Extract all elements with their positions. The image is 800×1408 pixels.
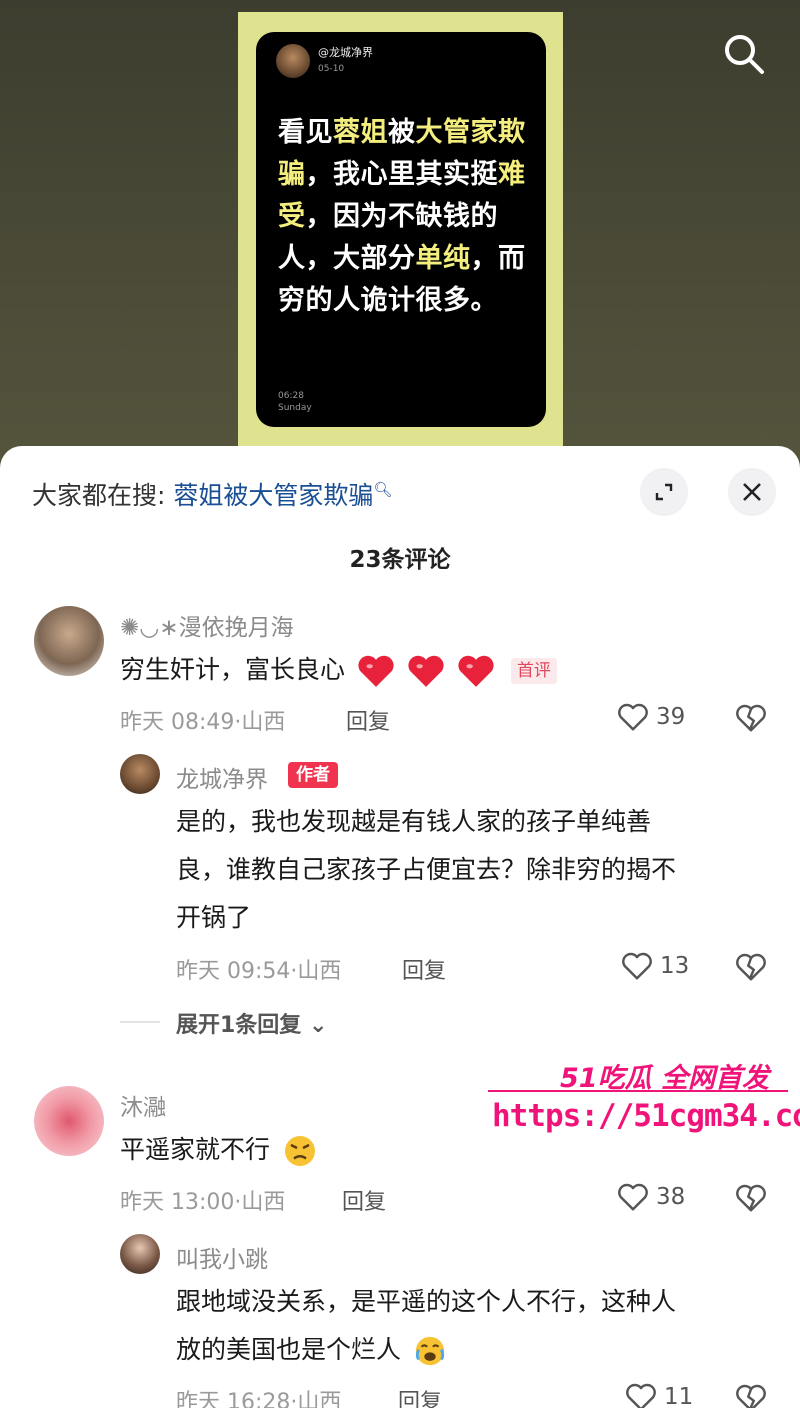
first-comment-badge: 首评 (510, 658, 557, 684)
like-count: 38 (656, 1184, 686, 1210)
trending-search[interactable]: 大家都在搜: 蓉姐被大管家欺骗🔍︎ (32, 476, 392, 512)
poster-avatar (276, 44, 310, 78)
chevron-down-icon: ⌄ (308, 1013, 328, 1038)
comment-line-wrap: 放的美国也是个烂人 (176, 1326, 676, 1374)
comment-line: 放的美国也是个烂人 (176, 1335, 402, 1364)
poster-clock: 06:28 (278, 391, 304, 401)
comment-meta: 昨天 08:49·山西 (120, 710, 286, 735)
poster-plain-text: 被 (388, 117, 416, 148)
like-button[interactable]: 11 (624, 1382, 693, 1408)
small-search-icon: 🔍︎ (373, 480, 393, 499)
expand-replies-button[interactable]: 展开1条回复 ⌄ (176, 1007, 327, 1039)
poster-time: 06:28 Sunday (278, 390, 312, 414)
comment-author[interactable]: 沐瀜 (120, 1088, 166, 1122)
close-icon (743, 483, 761, 501)
heart-emoji-icon (458, 655, 494, 687)
comment-line: 开锅了 (176, 903, 252, 932)
comment-line: 是的，我也发现越是有钱人家的孩子单纯善 (176, 807, 652, 836)
like-button[interactable]: 38 (616, 1182, 685, 1212)
avatar[interactable] (34, 606, 104, 676)
comment-text: 平遥家就不行 (120, 1126, 318, 1174)
comment-meta: 昨天 13:00·山西 (120, 1190, 286, 1215)
heart-outline-icon (618, 1183, 648, 1211)
poster-text: 看见蓉姐被大管家欺骗，我心里其实挺难受，因为不缺钱的人，大部分单纯，而穷的人诡计… (278, 112, 528, 322)
trending-search-prefix: 大家都在搜: (32, 481, 174, 510)
broken-heart-icon[interactable] (734, 1383, 768, 1408)
avatar[interactable] (34, 1086, 104, 1156)
comment-author[interactable]: 龙城净界 (176, 760, 268, 794)
search-icon[interactable] (722, 32, 766, 76)
trending-search-query[interactable]: 蓉姐被大管家欺骗 (173, 481, 373, 510)
poster-plain-text: ，我心里其实挺 (305, 159, 498, 190)
poster-username: @龙城净界 (318, 46, 373, 59)
comment-author[interactable]: ✺◡∗漫依挽月海 (120, 608, 294, 642)
poster-phone-screen: @龙城净界 05-10 看见蓉姐被大管家欺骗，我心里其实挺难受，因为不缺钱的人，… (256, 32, 546, 427)
poster-plain-text: 看见 (278, 117, 333, 148)
comment-meta: 昨天 09:54·山西 (176, 959, 342, 984)
like-button[interactable]: 13 (620, 951, 689, 981)
angry-face-emoji-icon (284, 1136, 315, 1166)
comment-text: 是的，我也发现越是有钱人家的孩子单纯善 良，谁教自己家孩子占便宜去？除非穷的揭不… (176, 798, 676, 942)
video-player[interactable]: @龙城净界 05-10 看见蓉姐被大管家欺骗，我心里其实挺难受，因为不缺钱的人，… (0, 0, 800, 470)
expand-icon (655, 483, 673, 501)
expand-sheet-button[interactable] (640, 468, 688, 516)
comment-text: 跟地域没关系，是平遥的这个人不行，这种人 放的美国也是个烂人 (176, 1278, 676, 1374)
like-count: 39 (656, 704, 686, 730)
like-count: 11 (664, 1384, 694, 1408)
watermark-url: https://51cgm34.com (492, 1098, 800, 1134)
crying-face-emoji-icon (415, 1336, 445, 1366)
broken-heart-icon[interactable] (734, 703, 768, 733)
comment-text: 穷生奸计，富长良心 首评 (120, 646, 557, 694)
comment-line: 跟地域没关系，是平遥的这个人不行，这种人 (176, 1287, 677, 1316)
comment-line: 良，谁教自己家孩子占便宜去？除非穷的揭不 (176, 855, 677, 884)
like-button[interactable]: 39 (616, 702, 685, 732)
reply-button[interactable]: 回复 (346, 704, 390, 736)
expand-replies-label: 展开1条回复 (176, 1013, 302, 1038)
comment-text-body: 穷生奸计，富长良心 (120, 655, 346, 684)
poster-highlight-text: 单纯 (415, 243, 471, 274)
comment-text-body: 平遥家就不行 (120, 1135, 271, 1164)
broken-heart-icon[interactable] (734, 1183, 768, 1213)
poster-highlight-text: 大管家 (415, 117, 498, 148)
heart-outline-icon (618, 703, 648, 731)
heart-emoji-icon (358, 655, 394, 687)
poster-day: Sunday (278, 403, 312, 413)
comment-count: 23条评论 (349, 547, 451, 573)
like-count: 13 (660, 953, 690, 979)
poster-date: 05-10 (318, 64, 345, 74)
watermark-line (488, 1090, 788, 1092)
divider (120, 1021, 160, 1023)
broken-heart-icon[interactable] (734, 952, 768, 982)
reply-button[interactable]: 回复 (398, 1384, 442, 1408)
heart-emoji-icon (408, 655, 444, 687)
heart-outline-icon (626, 1383, 656, 1408)
comment-meta: 昨天 16:28·山西 (176, 1390, 342, 1408)
reply-button[interactable]: 回复 (342, 1184, 386, 1216)
author-badge: 作者 (288, 762, 338, 788)
avatar[interactable] (120, 1234, 160, 1274)
video-poster: @龙城净界 05-10 看见蓉姐被大管家欺骗，我心里其实挺难受，因为不缺钱的人，… (238, 12, 563, 448)
comment-author[interactable]: 叫我小跳 (176, 1240, 268, 1274)
reply-button[interactable]: 回复 (402, 953, 446, 985)
close-button[interactable] (728, 468, 776, 516)
heart-outline-icon (622, 952, 652, 980)
avatar[interactable] (120, 754, 160, 794)
poster-highlight-text: 蓉姐 (333, 117, 388, 148)
comments-sheet: 大家都在搜: 蓉姐被大管家欺骗🔍︎ 23条评论 ✺◡∗漫依挽月海 穷生奸计，富长… (0, 446, 800, 1408)
